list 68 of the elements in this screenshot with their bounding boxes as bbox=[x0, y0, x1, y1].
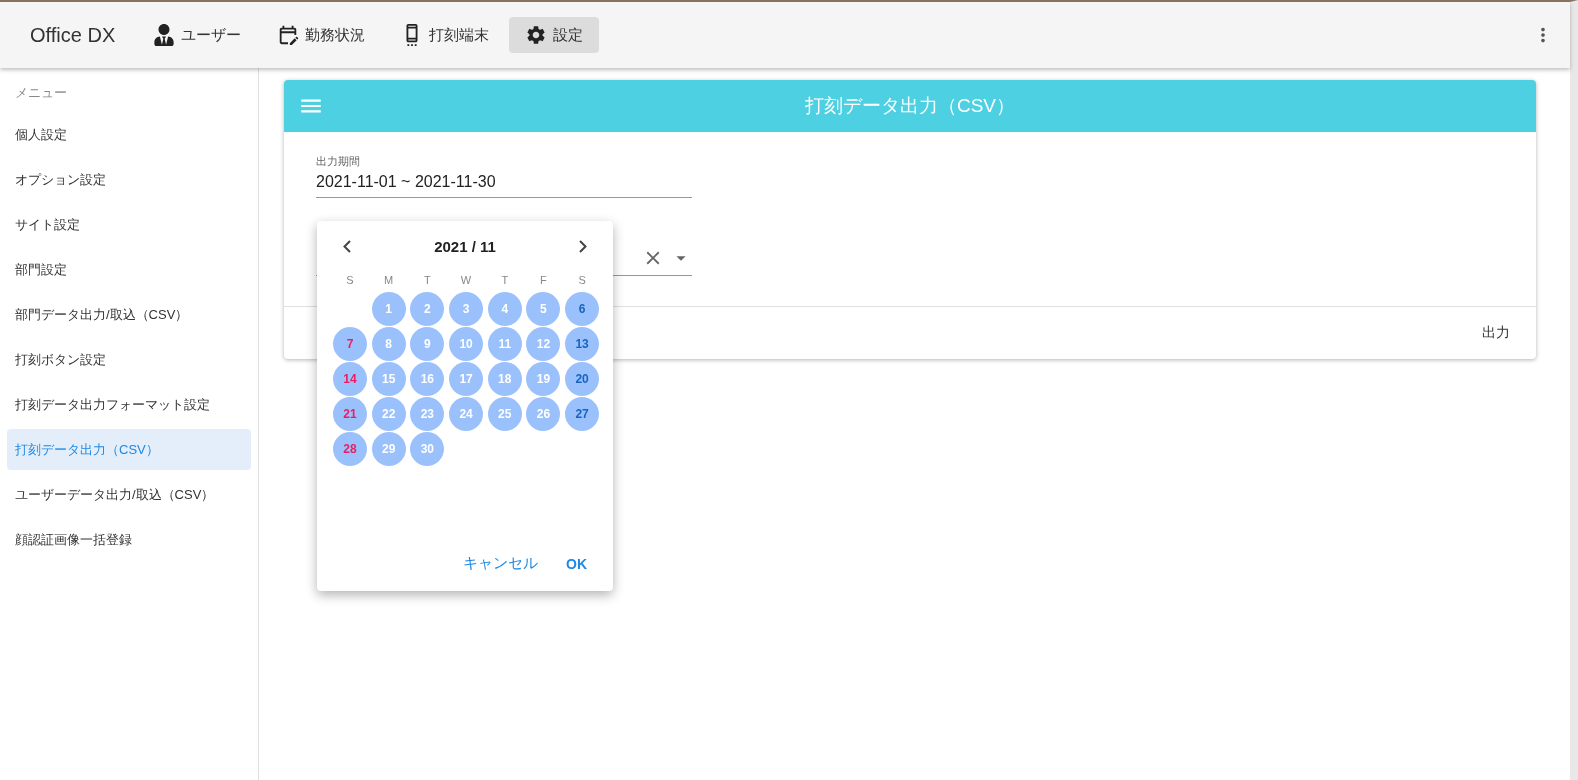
calendar-day[interactable]: 21 bbox=[333, 397, 367, 431]
calendar-day[interactable]: 1 bbox=[371, 292, 406, 326]
calendar-day[interactable]: 30 bbox=[410, 432, 445, 466]
calendar-day[interactable]: 24 bbox=[449, 397, 484, 431]
calendar-day[interactable]: 7 bbox=[333, 327, 367, 361]
card-title: 打刻データ出力（CSV） bbox=[804, 94, 1016, 118]
user-icon bbox=[153, 24, 176, 46]
chevron-right-icon bbox=[579, 239, 587, 253]
dialog-button[interactable]: キャンセル bbox=[453, 548, 548, 579]
calendar-day[interactable]: 15 bbox=[371, 362, 406, 396]
calendar-day[interactable]: 17 bbox=[449, 362, 484, 396]
weekday-label: S bbox=[578, 273, 586, 288]
field-label: 出力期間 bbox=[316, 154, 361, 169]
next-month-button[interactable] bbox=[579, 239, 587, 253]
calendar-day[interactable]: 27 bbox=[565, 397, 600, 431]
calendar-day[interactable]: 6 bbox=[565, 292, 600, 326]
sidebar-item[interactable]: 部門データ出力/取込（CSV） bbox=[7, 294, 251, 335]
export-button[interactable]: 出力 bbox=[1472, 316, 1520, 350]
dialog-button[interactable]: OK bbox=[556, 548, 597, 579]
calendar-day[interactable]: 12 bbox=[526, 327, 561, 361]
calendar-day[interactable]: 3 bbox=[449, 292, 484, 326]
calendar-day[interactable]: 11 bbox=[487, 327, 522, 361]
calendar-day[interactable]: 5 bbox=[526, 292, 561, 326]
settings-icon bbox=[525, 24, 548, 46]
calendar-day[interactable]: 19 bbox=[526, 362, 561, 396]
weekday-label: T bbox=[501, 273, 509, 288]
calendar-day[interactable]: 20 bbox=[565, 362, 600, 396]
period-field[interactable]: 出力期間 2021-11-01 ~ 2021-11-30 bbox=[316, 154, 692, 198]
weekday-label: W bbox=[460, 273, 472, 288]
sidebar-item[interactable]: 顔認証画像一括登録 bbox=[7, 519, 251, 560]
calendar-day[interactable]: 23 bbox=[410, 397, 445, 431]
sidebar-item[interactable]: オプション設定 bbox=[7, 159, 251, 200]
calendar-day[interactable]: 10 bbox=[449, 327, 484, 361]
sidebar-item[interactable]: 個人設定 bbox=[7, 114, 251, 155]
calendar-day[interactable]: 25 bbox=[487, 397, 522, 431]
app-title: Office DX bbox=[30, 23, 116, 47]
nav-button[interactable]: 打刻端末 bbox=[385, 17, 506, 53]
field-value: 2021-11-01 ~ 2021-11-30 bbox=[316, 173, 497, 191]
calendar-day[interactable]: 9 bbox=[410, 327, 445, 361]
calendar-day[interactable]: 26 bbox=[526, 397, 561, 431]
weekday-label: S bbox=[346, 273, 354, 288]
calendar-day[interactable]: 29 bbox=[371, 432, 406, 466]
sidebar-item[interactable]: 打刻データ出力（CSV） bbox=[7, 429, 251, 470]
sidebar-item[interactable]: 打刻データ出力フォーマット設定 bbox=[7, 384, 251, 425]
nav-button[interactable]: 設定 bbox=[509, 17, 600, 53]
sidebar-item[interactable]: 部門設定 bbox=[7, 249, 251, 290]
nav-button[interactable]: 勤務状況 bbox=[261, 17, 382, 53]
calendar-day[interactable]: 18 bbox=[487, 362, 522, 396]
month-title: 2021 / 11 bbox=[434, 237, 496, 255]
calendar-day[interactable]: 16 bbox=[410, 362, 445, 396]
calendar-day[interactable]: 8 bbox=[371, 327, 406, 361]
sidebar-item[interactable]: サイト設定 bbox=[7, 204, 251, 245]
sidebar-heading: メニュー bbox=[14, 84, 68, 102]
calendar-day[interactable]: 13 bbox=[565, 327, 600, 361]
calendar-day[interactable]: 28 bbox=[333, 432, 367, 466]
sidebar-item[interactable]: ユーザーデータ出力/取込（CSV） bbox=[7, 474, 251, 515]
weekday-label: M bbox=[384, 273, 394, 288]
weekday-label: F bbox=[540, 273, 547, 288]
calendar-icon bbox=[277, 24, 300, 46]
calendar-day[interactable]: 22 bbox=[371, 397, 406, 431]
previous-month-button[interactable] bbox=[343, 239, 351, 253]
nav-button[interactable]: ユーザー bbox=[137, 17, 258, 53]
chevron-left-icon bbox=[343, 239, 351, 253]
weekday-label: T bbox=[424, 273, 431, 288]
calendar-day[interactable]: 2 bbox=[410, 292, 445, 326]
sidebar-item[interactable]: 打刻ボタン設定 bbox=[7, 339, 251, 380]
calendar-day[interactable]: 4 bbox=[487, 292, 522, 326]
calendar-day[interactable]: 14 bbox=[333, 362, 367, 396]
